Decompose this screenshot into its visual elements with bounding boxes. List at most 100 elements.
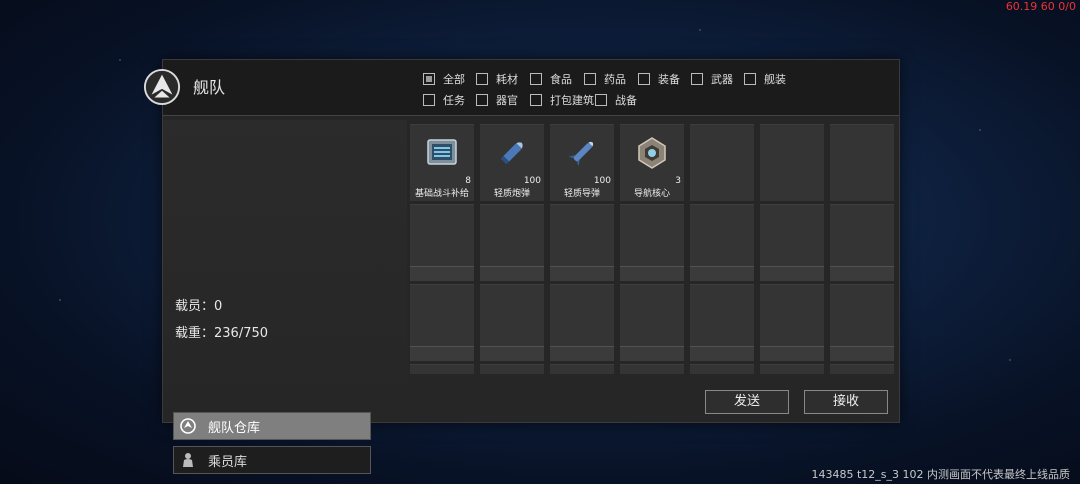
item-name: 导航核心 [633,189,670,199]
fps-readout: 60.19 60 0/0 [1005,0,1076,13]
filter-quest-checkbox[interactable] [423,94,435,106]
inventory-slot-empty[interactable] [760,124,824,201]
item-quantity: 100 [523,176,541,186]
filter-consumables[interactable]: 耗材 [476,71,518,87]
filter-readiness-checkbox[interactable] [595,94,607,106]
supply-crate-icon [427,139,457,165]
nav-core-icon [638,137,666,169]
inventory-slot[interactable]: 100 轻质导弹 [550,124,614,201]
inventory-slot-empty[interactable] [830,284,894,361]
filter-quest[interactable]: 任务 [423,92,465,108]
filter-label: 战备 [615,94,637,107]
slot-label-strip [760,346,824,361]
inventory-slot-empty[interactable] [620,364,684,374]
inventory-slot-empty[interactable] [620,284,684,361]
filter-label: 装备 [658,73,680,86]
inventory-slot-empty[interactable] [410,284,474,361]
slot-label-strip [620,266,684,281]
filter-label: 耗材 [496,73,518,86]
filter-all[interactable]: 全部 [423,71,465,87]
inventory-slot[interactable]: 3 导航核心 [620,124,684,201]
filter-readiness[interactable]: 战备 [595,92,637,108]
receive-button[interactable]: 接收 [804,390,888,414]
slot-label-strip [550,266,614,281]
fleet-storage-label: 舰队仓库 [208,420,261,436]
cargo-load: 载重：236/750 [175,326,269,341]
filter-equipment-checkbox[interactable] [638,73,650,85]
crew-count: 载员：0 [175,299,223,314]
filter-weapons[interactable]: 武器 [691,71,733,87]
fleet-storage-icon [180,418,196,434]
inventory-slot-empty[interactable] [550,364,614,374]
inventory-slot-empty[interactable] [480,364,544,374]
inventory-slot-empty[interactable] [830,124,894,201]
inventory-slot[interactable]: 100 轻质炮弹 [480,124,544,201]
filter-medicine[interactable]: 药品 [584,71,626,87]
slot-label-strip [410,266,474,281]
inventory-slot-empty[interactable] [550,284,614,361]
inventory-slot-empty[interactable] [760,204,824,281]
cannon-shell-icon [500,142,523,165]
filter-label: 任务 [443,94,465,107]
filter-ship-parts-checkbox[interactable] [744,73,756,85]
filter-food-checkbox[interactable] [530,73,542,85]
filter-equipment[interactable]: 装备 [638,71,680,87]
filter-all-checkbox[interactable] [423,73,435,85]
inventory-slot-empty[interactable] [690,124,754,201]
item-name: 轻质炮弹 [493,189,530,199]
slot-label-strip [480,266,544,281]
filter-label: 食品 [550,73,572,86]
slot-label-strip [830,346,894,361]
slot-label-strip [690,346,754,361]
item-name: 基础战斗补给 [414,189,469,199]
slot-label-strip [620,346,684,361]
filter-label: 舰装 [764,73,786,86]
filter-organs-checkbox[interactable] [476,94,488,106]
inventory-slot-empty[interactable] [550,204,614,281]
slot-label-strip [760,266,824,281]
item-quantity: 3 [675,176,681,186]
inventory-slot-empty[interactable] [690,284,754,361]
inventory-slot[interactable]: 8 基础战斗补给 [410,124,474,201]
crew-storage-button[interactable]: 乘员库 [173,446,371,474]
filter-packed-buildings[interactable]: 打包建筑 [530,92,594,108]
slot-label-strip [410,346,474,361]
filter-label: 全部 [443,73,465,86]
filter-ship-parts[interactable]: 舰装 [744,71,786,87]
crew-storage-label: 乘员库 [208,454,248,470]
slot-label-strip [830,266,894,281]
build-info: 143485 t12_s_3 102 内测画面不代表最终上线品质 [811,468,1070,481]
inventory-slot-empty[interactable] [620,204,684,281]
slot-label-strip [690,266,754,281]
inventory-slot-empty[interactable] [480,284,544,361]
filter-organs[interactable]: 器官 [476,92,518,108]
left-info-pane: 载员：0 载重：236/750 舰队仓库 乘员库 [163,120,407,474]
page-title: 舰队 [193,78,226,97]
filter-packed-buildings-checkbox[interactable] [530,94,542,106]
inventory-slot-empty[interactable] [830,364,894,374]
slot-label-strip [480,346,544,361]
inventory-slot-empty[interactable] [760,364,824,374]
send-button[interactable]: 发送 [705,390,789,414]
inventory-slot-empty[interactable] [480,204,544,281]
panel-header: 舰队 全部 耗材 食品 药品 装备 武器 舰装 任务 器官 打包建筑 战备 [143,60,899,116]
filter-label: 打包建筑 [550,94,594,107]
filter-food[interactable]: 食品 [530,71,572,87]
filter-label: 器官 [496,94,518,107]
inventory-slot-empty[interactable] [760,284,824,361]
item-quantity: 8 [465,176,471,186]
filter-consumables-checkbox[interactable] [476,73,488,85]
filter-medicine-checkbox[interactable] [584,73,596,85]
inventory-slot-empty[interactable] [830,204,894,281]
fleet-storage-button[interactable]: 舰队仓库 [173,412,371,440]
item-name: 轻质导弹 [563,189,600,199]
fleet-logo-icon [143,68,181,106]
inventory-slot-empty[interactable] [690,364,754,374]
inventory-slot-empty[interactable] [410,204,474,281]
filter-label: 药品 [604,73,626,86]
filter-label: 武器 [711,73,733,86]
filter-weapons-checkbox[interactable] [691,73,703,85]
inventory-slot-empty[interactable] [690,204,754,281]
item-quantity: 100 [593,176,611,186]
inventory-slot-empty[interactable] [410,364,474,374]
